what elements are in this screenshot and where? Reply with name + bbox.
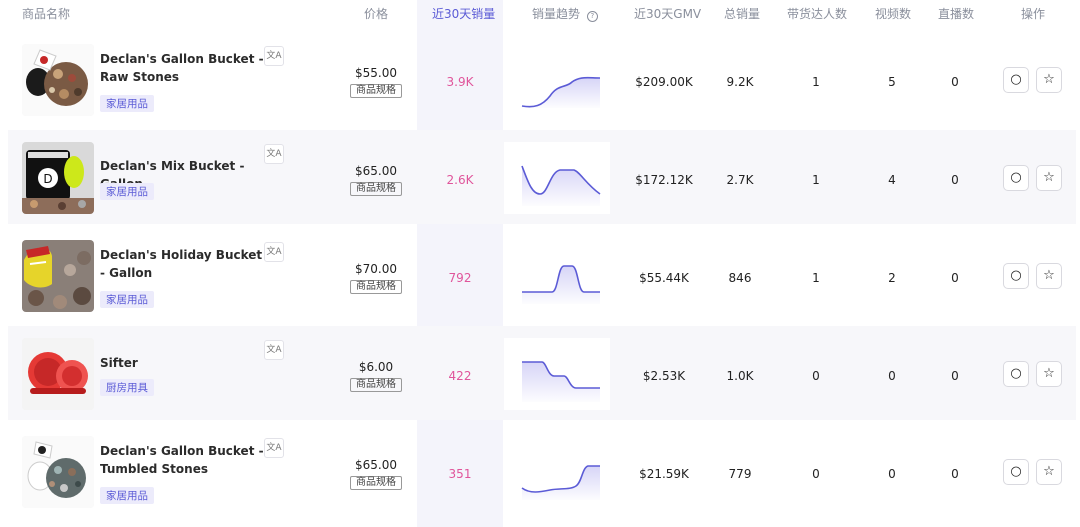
sales-30-days: 3.9K — [446, 75, 474, 89]
table-row[interactable]: Declan's Holiday Bucket - Gallon 家居用品 文A… — [8, 228, 1076, 322]
gmv-30-days: $21.59K — [639, 467, 689, 481]
creator-count: 0 — [812, 467, 820, 481]
creator-count: 1 — [812, 75, 820, 89]
product-image[interactable] — [22, 436, 94, 508]
price: $70.00 — [355, 262, 397, 276]
product-name[interactable]: Declan's Gallon Bucket - Tumbled Stones — [100, 442, 268, 478]
svg-text:D: D — [43, 172, 52, 186]
product-name[interactable]: Sifter — [100, 354, 268, 372]
table-row[interactable]: Sifter 厨房用具 文A $6.00 商品规格 422 $2.53K 1.0… — [8, 326, 1076, 420]
star-icon[interactable]: ☆ — [1036, 361, 1062, 387]
total-sales: 2.7K — [726, 173, 754, 187]
sales-30-days: 351 — [448, 467, 472, 481]
spec-button[interactable]: 商品规格 — [350, 84, 402, 98]
header-lives[interactable]: 直播数 — [938, 5, 974, 22]
price: $55.00 — [355, 66, 397, 80]
star-icon[interactable]: ☆ — [1036, 67, 1062, 93]
category-tag[interactable]: 家居用品 — [100, 487, 154, 504]
star-icon[interactable]: ☆ — [1036, 263, 1062, 289]
header-creators[interactable]: 带货达人数 — [787, 5, 847, 22]
total-sales: 9.2K — [726, 75, 754, 89]
gmv-30-days: $2.53K — [642, 369, 686, 383]
sales-trend-sparkline — [504, 338, 610, 410]
table-row[interactable]: D Declan's Mix Bucket - Gallon 家居用品 文A $… — [8, 130, 1076, 224]
creator-count: 1 — [812, 173, 820, 187]
sales-trend-sparkline — [504, 240, 610, 312]
live-count: 0 — [951, 173, 959, 187]
header-trend[interactable]: 销量趋势 ? — [532, 5, 598, 22]
translate-icon[interactable]: 文A — [264, 46, 284, 66]
header-actions: 操作 — [1021, 7, 1046, 21]
product-image[interactable]: D — [22, 142, 94, 214]
gmv-30-days: $55.44K — [639, 271, 689, 285]
header-gmv30[interactable]: 近30天GMV — [634, 5, 701, 22]
header-trend-label: 销量趋势 — [532, 7, 581, 21]
product-image[interactable] — [22, 240, 94, 312]
translate-icon[interactable]: 文A — [264, 144, 284, 164]
category-tag[interactable]: 家居用品 — [100, 95, 154, 112]
header-sales30[interactable]: 近30天销量 — [432, 5, 495, 22]
price: $65.00 — [355, 458, 397, 472]
circle-action-icon[interactable]: ○ — [1003, 459, 1029, 485]
category-tag[interactable]: 厨房用具 — [100, 379, 154, 396]
circle-action-icon[interactable]: ○ — [1003, 263, 1029, 289]
circle-action-icon[interactable]: ○ — [1003, 67, 1029, 93]
product-name[interactable]: Declan's Holiday Bucket - Gallon — [100, 246, 268, 282]
live-count: 0 — [951, 467, 959, 481]
translate-icon[interactable]: 文A — [264, 340, 284, 360]
creator-count: 0 — [812, 369, 820, 383]
total-sales: 779 — [728, 467, 752, 481]
sales-trend-sparkline — [504, 436, 610, 508]
gmv-30-days: $172.12K — [635, 173, 693, 187]
spec-button[interactable]: 商品规格 — [350, 476, 402, 490]
product-image[interactable] — [22, 44, 94, 116]
sales-30-days: 422 — [448, 369, 472, 383]
live-count: 0 — [951, 369, 959, 383]
sales-trend-sparkline — [504, 142, 610, 214]
header-price[interactable]: 价格 — [364, 5, 388, 22]
sales-30-days: 2.6K — [446, 173, 474, 187]
header-videos[interactable]: 视频数 — [875, 5, 911, 22]
price: $65.00 — [355, 164, 397, 178]
sales-30-days: 792 — [448, 271, 472, 285]
gmv-30-days: $209.00K — [635, 75, 693, 89]
total-sales: 1.0K — [726, 369, 754, 383]
total-sales: 846 — [728, 271, 752, 285]
star-icon[interactable]: ☆ — [1036, 459, 1062, 485]
spec-button[interactable]: 商品规格 — [350, 280, 402, 294]
category-tag[interactable]: 家居用品 — [100, 183, 154, 200]
product-name[interactable]: Declan's Gallon Bucket - Raw Stones — [100, 50, 268, 86]
price: $6.00 — [358, 360, 394, 374]
product-image[interactable] — [22, 338, 94, 410]
circle-action-icon[interactable]: ○ — [1003, 165, 1029, 191]
circle-action-icon[interactable]: ○ — [1003, 361, 1029, 387]
spec-button[interactable]: 商品规格 — [350, 378, 402, 392]
star-icon[interactable]: ☆ — [1036, 165, 1062, 191]
table-row[interactable]: Declan's Gallon Bucket - Tumbled Stones … — [8, 424, 1076, 518]
spec-button[interactable]: 商品规格 — [350, 182, 402, 196]
table-header: 商品名称 价格 近30天销量 销量趋势 ? 近30天GMV 总销量 带货达人数 … — [0, 0, 1080, 30]
header-name[interactable]: 商品名称 — [22, 5, 70, 22]
live-count: 0 — [951, 271, 959, 285]
header-total-sales[interactable]: 总销量 — [724, 5, 760, 22]
sales-trend-sparkline — [504, 44, 610, 116]
live-count: 0 — [951, 75, 959, 89]
table-row[interactable]: Declan's Gallon Bucket - Raw Stones 家居用品… — [8, 32, 1076, 126]
help-icon[interactable]: ? — [586, 11, 598, 22]
translate-icon[interactable]: 文A — [264, 438, 284, 458]
creator-count: 1 — [812, 271, 820, 285]
category-tag[interactable]: 家居用品 — [100, 291, 154, 308]
translate-icon[interactable]: 文A — [264, 242, 284, 262]
